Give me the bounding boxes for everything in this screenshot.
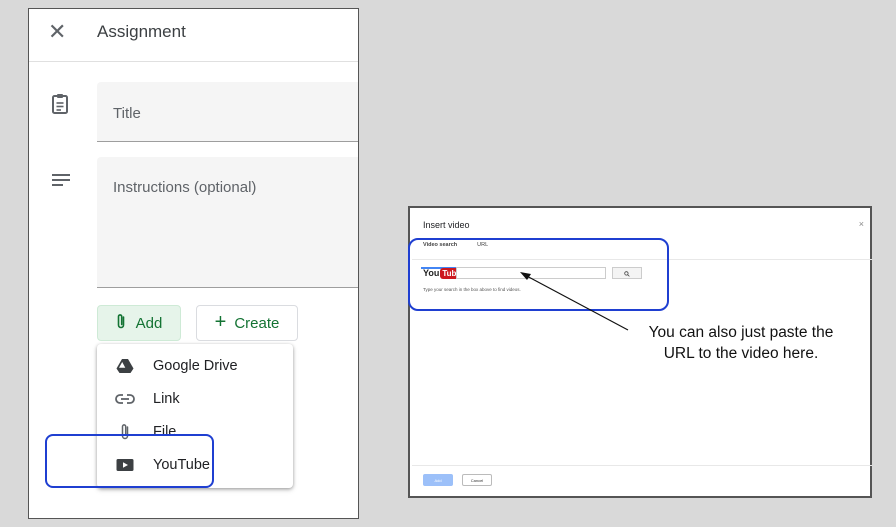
page-title: Assignment bbox=[97, 22, 186, 41]
paperclip-icon bbox=[116, 313, 126, 334]
add-button-label: Add bbox=[135, 314, 163, 332]
instructions-placeholder: Instructions (optional) bbox=[113, 179, 257, 196]
close-icon[interactable]: × bbox=[859, 219, 864, 229]
link-icon bbox=[113, 387, 137, 411]
instructions-input[interactable]: Instructions (optional) bbox=[97, 157, 358, 288]
plus-icon: + bbox=[214, 311, 227, 333]
menu-item-label: Google Drive bbox=[153, 358, 238, 374]
dialog-title: Insert video bbox=[423, 220, 470, 230]
title-input[interactable]: Title bbox=[97, 82, 358, 142]
cancel-button[interactable]: Cancel bbox=[462, 474, 492, 486]
assignment-icon bbox=[51, 93, 69, 120]
annotation-text: You can also just paste the URL to the v… bbox=[626, 322, 856, 364]
annotation-line: URL to the video here. bbox=[663, 345, 819, 362]
add-video-button[interactable]: Add bbox=[423, 474, 453, 486]
footer-divider bbox=[412, 465, 872, 466]
header-divider bbox=[29, 61, 358, 62]
create-button[interactable]: + Create bbox=[196, 305, 298, 341]
title-placeholder: Title bbox=[113, 105, 141, 122]
add-button[interactable]: Add bbox=[97, 305, 181, 341]
notes-icon bbox=[51, 173, 71, 192]
google-drive-icon bbox=[113, 354, 137, 378]
menu-item-google-drive[interactable]: Google Drive bbox=[97, 350, 293, 382]
annotation-line: You can also just paste the bbox=[648, 324, 834, 341]
close-icon[interactable]: ✕ bbox=[48, 21, 66, 43]
assignment-header: ✕ Assignment bbox=[29, 9, 358, 61]
create-button-label: Create bbox=[234, 314, 280, 332]
search-highlight bbox=[408, 238, 669, 311]
menu-item-link[interactable]: Link bbox=[97, 383, 293, 415]
menu-item-label: Link bbox=[153, 391, 180, 407]
youtube-highlight bbox=[45, 434, 214, 488]
